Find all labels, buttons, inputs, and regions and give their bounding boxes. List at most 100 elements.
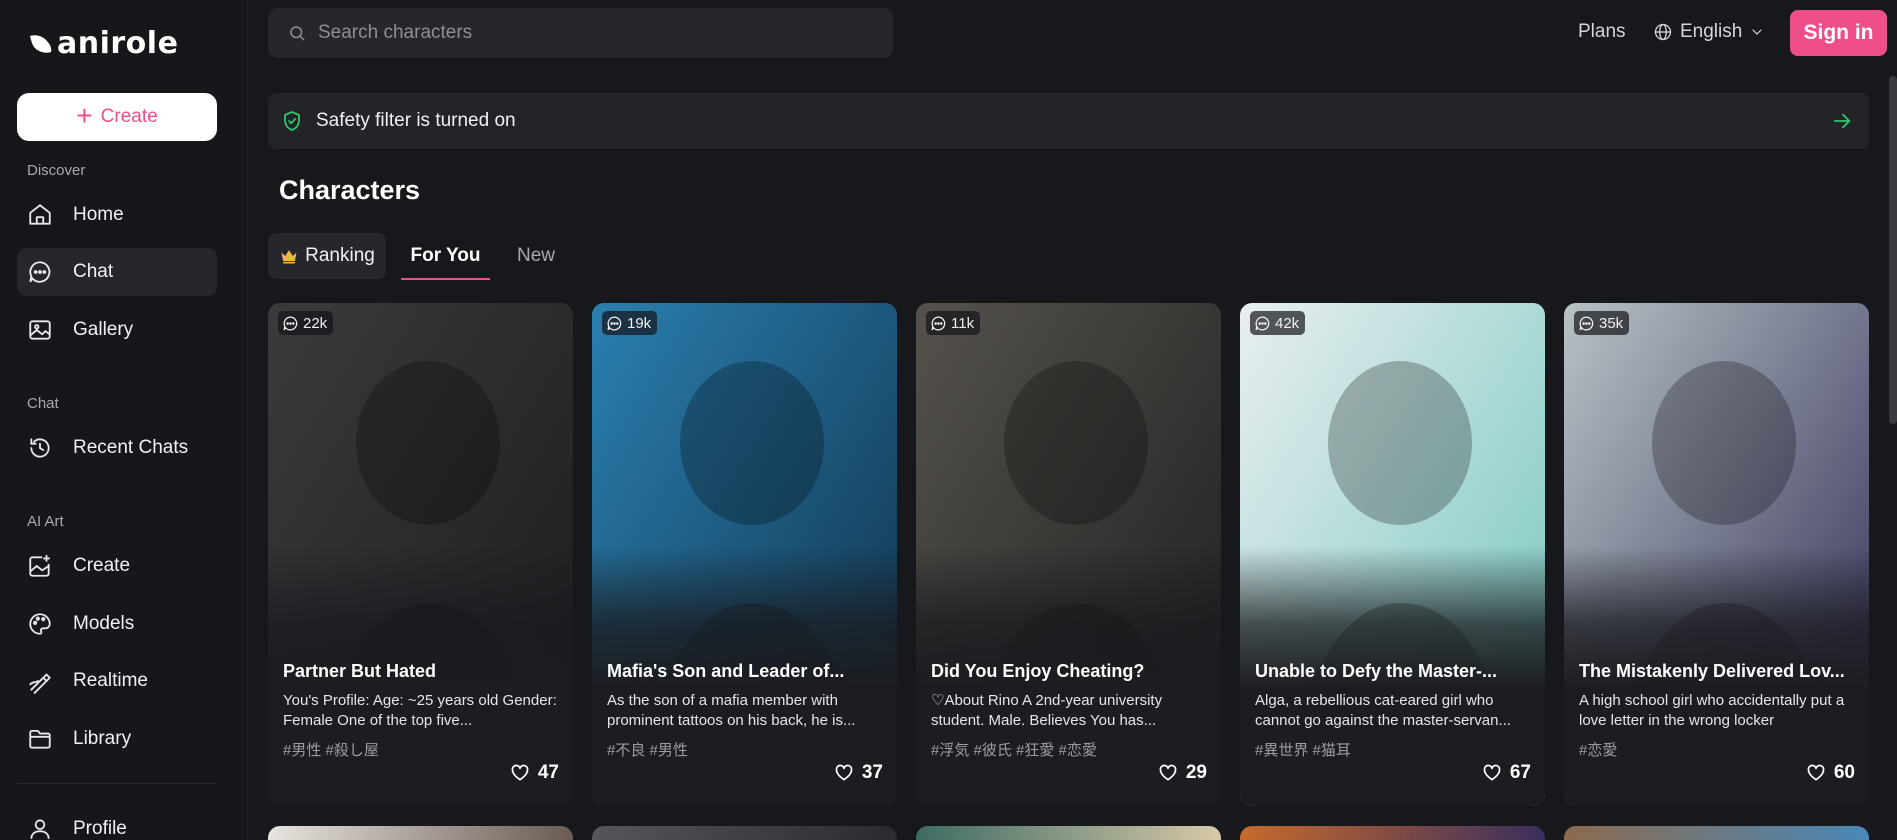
- heart-icon: [835, 764, 853, 781]
- card-tags: #不良 #男性: [607, 742, 688, 759]
- sidebar-item-models[interactable]: Models: [17, 600, 217, 648]
- chat-bubble-icon: [931, 315, 946, 330]
- home-icon: [29, 204, 51, 225]
- like-count: 47: [537, 762, 559, 783]
- heart-icon: [1483, 764, 1501, 781]
- sidebar-item-label: Recent Chats: [73, 437, 189, 458]
- tab-label: For You: [410, 245, 481, 266]
- sidebar-item-gallery[interactable]: Gallery: [17, 306, 217, 354]
- brand-logo[interactable]: anirole: [28, 25, 179, 61]
- chat-count: 19k: [627, 314, 652, 332]
- card-tags: #恋愛: [1579, 742, 1618, 759]
- character-card[interactable]: 19k Mafia's Son and Leader of... As the …: [592, 303, 897, 806]
- card-description: As the son of a mafia member with promin…: [607, 692, 856, 729]
- like-button[interactable]: 67: [1482, 762, 1531, 784]
- chevron-down-icon: [1752, 29, 1762, 35]
- sidebar-item-label: Gallery: [73, 319, 134, 340]
- heart-icon: [1807, 764, 1825, 781]
- character-card-partial[interactable]: [592, 826, 897, 840]
- card-tags: #異世界 #猫耳: [1255, 742, 1351, 759]
- language-label: English: [1680, 21, 1743, 42]
- card-description: A high school girl who accidentally put …: [1579, 692, 1845, 729]
- card-tags: #浮気 #彼氏 #狂愛 #恋愛: [931, 742, 1097, 759]
- like-button[interactable]: 60: [1806, 762, 1855, 784]
- chat-count-badge: 22k: [278, 311, 334, 335]
- page-scrollbar[interactable]: [1889, 76, 1897, 424]
- sidebar-item-realtime[interactable]: Realtime: [17, 657, 217, 705]
- character-card[interactable]: 22k Partner But Hated You's Profile: Age…: [268, 303, 573, 806]
- chat-count: 42k: [1275, 314, 1300, 332]
- crown-icon: [281, 250, 297, 264]
- character-card-partial[interactable]: [268, 826, 573, 840]
- sidebar-item-label: Profile: [73, 818, 127, 839]
- plus-icon: +: [76, 100, 93, 131]
- chat-count: 35k: [1599, 314, 1624, 332]
- character-card-partial[interactable]: [916, 826, 1221, 840]
- sidebar-item-chat[interactable]: Chat: [17, 248, 217, 296]
- section-label-ai-art: AI Art: [27, 513, 64, 530]
- character-card[interactable]: 42k Unable to Defy the Master-... Alga, …: [1240, 303, 1545, 806]
- character-card[interactable]: 35k The Mistakenly Delivered Lov... A hi…: [1564, 303, 1869, 806]
- search-input[interactable]: [318, 22, 878, 44]
- chat-count-badge: 35k: [1574, 311, 1630, 335]
- sidebar-item-label: Create: [73, 555, 131, 576]
- section-label-chat: Chat: [27, 395, 59, 412]
- sidebar-item-label: Chat: [73, 261, 114, 282]
- card-tags: #男性 #殺し屋: [283, 742, 379, 759]
- tab-new[interactable]: New: [505, 233, 567, 279]
- sidebar-item-art-create[interactable]: Create: [17, 542, 217, 590]
- user-icon: [30, 819, 50, 839]
- card-title: Partner But Hated: [283, 661, 437, 681]
- history-icon: [30, 438, 50, 458]
- sidebar-divider: [17, 783, 217, 784]
- like-count: 29: [1185, 762, 1207, 783]
- arrow-right-icon[interactable]: [1831, 110, 1853, 132]
- image-icon: [29, 320, 51, 340]
- card-description: Alga, a rebellious cat-eared girl who ca…: [1255, 692, 1511, 729]
- safety-filter-banner[interactable]: Safety filter is turned on: [268, 93, 1869, 149]
- safety-filter-text: Safety filter is turned on: [316, 110, 516, 131]
- card-description: ♡About Rino A 2nd-year university studen…: [931, 692, 1163, 729]
- chat-count: 22k: [303, 314, 328, 332]
- like-button[interactable]: 29: [1158, 762, 1207, 784]
- heart-icon: [511, 764, 529, 781]
- brand-name: anirole: [57, 25, 179, 61]
- sidebar-item-recent-chats[interactable]: Recent Chats: [17, 424, 217, 472]
- sidebar-item-label: Realtime: [73, 670, 148, 691]
- sidebar-item-profile[interactable]: Profile: [17, 805, 217, 840]
- plans-link[interactable]: Plans: [1578, 21, 1626, 43]
- tab-for-you[interactable]: For You: [401, 233, 490, 280]
- pen-scribble-icon: [29, 673, 51, 694]
- character-card[interactable]: 11k Did You Enjoy Cheating? ♡About Rino …: [916, 303, 1221, 806]
- sidebar-item-home[interactable]: Home: [17, 191, 217, 239]
- language-selector[interactable]: English: [1653, 21, 1765, 43]
- logo-icon: [30, 35, 52, 53]
- card-title: Mafia's Son and Leader of...: [607, 661, 845, 681]
- card-title: The Mistakenly Delivered Lov...: [1579, 661, 1845, 681]
- chat-count: 11k: [951, 314, 975, 332]
- sidebar-item-library[interactable]: Library: [17, 715, 217, 763]
- sign-in-button[interactable]: Sign in: [1790, 10, 1887, 56]
- like-count: 37: [861, 762, 883, 783]
- like-button[interactable]: 37: [834, 762, 883, 784]
- search-bar[interactable]: [268, 8, 893, 58]
- create-button[interactable]: + Create: [17, 93, 217, 141]
- heart-icon: [1159, 764, 1177, 781]
- folder-icon: [29, 729, 51, 749]
- card-description: You's Profile: Age: ~25 years old Gender…: [283, 692, 557, 729]
- tab-label: Ranking: [305, 245, 375, 266]
- tab-ranking[interactable]: Ranking: [268, 233, 386, 279]
- create-button-label: Create: [100, 106, 158, 127]
- character-card-partial[interactable]: [1564, 826, 1869, 840]
- page-title: Characters: [279, 175, 421, 205]
- palette-icon: [29, 613, 51, 635]
- section-label-discover: Discover: [27, 162, 86, 179]
- chat-bubble-icon: [29, 261, 51, 283]
- search-icon: [290, 26, 305, 41]
- chat-bubble-icon: [1255, 315, 1270, 330]
- chat-bubble-icon: [607, 315, 622, 330]
- character-card-partial[interactable]: [1240, 826, 1545, 840]
- like-button[interactable]: 47: [510, 762, 559, 784]
- tab-label: New: [516, 245, 555, 266]
- sidebar: anirole + Create Discover Home Chat Gall…: [0, 0, 248, 840]
